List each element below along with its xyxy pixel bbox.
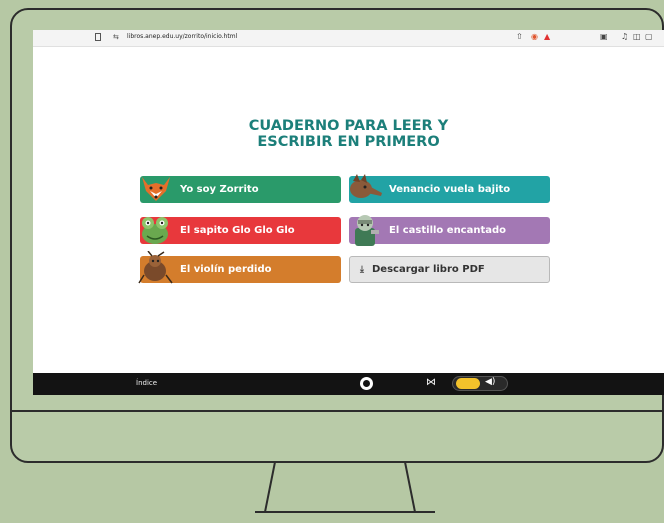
volume-icon: ◀)	[485, 377, 496, 387]
book-button-el-violin-perdido[interactable]: El violín perdido	[138, 251, 341, 284]
bottom-navigation-bar: Índice ⋈ ◀)	[33, 373, 664, 395]
reader-icon[interactable]: ▣	[600, 32, 608, 41]
anteater-icon	[350, 174, 382, 198]
download-icon: ⤓	[360, 264, 364, 275]
cricket-icon	[138, 251, 173, 284]
address-bar[interactable]: libros.anep.edu.uy/zorrito/inicio.html	[127, 33, 237, 40]
frog-icon	[142, 217, 168, 244]
media-icon[interactable]: ♫	[621, 32, 628, 41]
browser-toolbar: ⇆ libros.anep.edu.uy/zorrito/inicio.html…	[33, 30, 664, 47]
rewards-icon[interactable]: ▲	[544, 32, 550, 41]
knight-icon	[355, 215, 379, 246]
book-label: Yo soy Zorrito	[180, 184, 259, 195]
site-settings-icon[interactable]: ⇆	[113, 33, 119, 41]
book-button-yo-soy-zorrito[interactable]: Yo soy Zorrito	[140, 176, 341, 203]
screen: ⇆ libros.anep.edu.uy/zorrito/inicio.html…	[33, 30, 664, 395]
window-icon[interactable]: ▢	[645, 32, 653, 41]
brave-shield-icon[interactable]: ◉	[531, 32, 538, 41]
book-label: El sapito Glo Glo Glo	[180, 225, 295, 236]
book-button-el-sapito-glo-glo-glo[interactable]: El sapito Glo Glo Glo	[140, 217, 341, 244]
book-label: El castillo encantado	[389, 225, 507, 236]
title-line-2: ESCRIBIR EN PRIMERO	[257, 134, 440, 150]
audio-toggle[interactable]: ◀)	[452, 376, 508, 391]
bookmark-icon[interactable]	[95, 33, 101, 41]
download-label: Descargar libro PDF	[371, 264, 485, 275]
book-button-venancio-vuela-bajito[interactable]: Venancio vuela bajito	[349, 174, 550, 203]
book-label: El violín perdido	[180, 264, 272, 275]
share-icon[interactable]: ⇧	[516, 32, 523, 41]
monitor-chin-divider	[10, 410, 664, 412]
book-button-el-castillo-encantado[interactable]: El castillo encantado	[349, 215, 550, 246]
sign-language-icon[interactable]: ⋈	[426, 377, 436, 388]
page-title: CUADERNO PARA LEER Y ESCRIBIR EN PRIMERO	[33, 118, 664, 150]
monitor-stand	[255, 462, 435, 513]
home-icon[interactable]	[360, 377, 373, 390]
title-line-1: CUADERNO PARA LEER Y	[248, 118, 449, 134]
book-label: Venancio vuela bajito	[389, 184, 511, 195]
narrator-icon	[456, 378, 480, 389]
index-link[interactable]: Índice	[136, 379, 157, 387]
download-pdf-button[interactable]: ⤓ Descargar libro PDF	[349, 256, 550, 283]
fox-icon	[142, 177, 170, 201]
sidebar-icon[interactable]: ◫	[633, 32, 641, 41]
